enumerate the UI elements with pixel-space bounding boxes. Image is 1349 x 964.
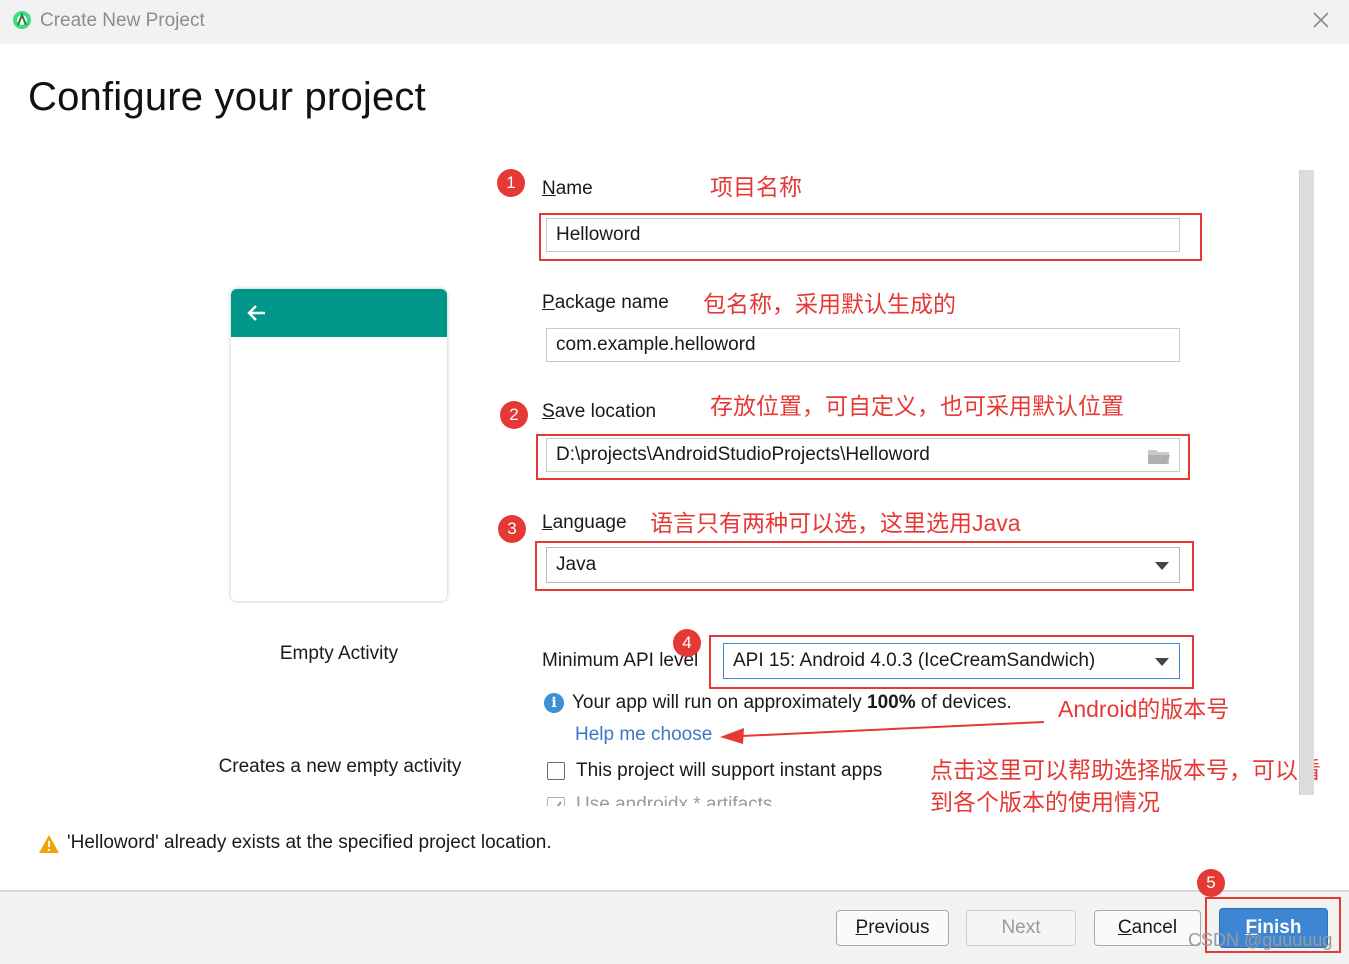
template-preview xyxy=(231,289,447,601)
language-dropdown[interactable]: Java xyxy=(546,547,1180,583)
warning-text: 'Helloword' already exists at the specif… xyxy=(67,832,552,854)
package-label-text: ackage name xyxy=(555,292,669,313)
min-api-value: API 15: Android 4.0.3 (IceCreamSandwich) xyxy=(733,650,1095,671)
save-location-input[interactable]: D:\projects\AndroidStudioProjects\Hellow… xyxy=(546,438,1180,472)
name-mnemonic: N xyxy=(542,178,556,199)
coverage-percent: 100% xyxy=(867,692,916,713)
previous-button[interactable]: Previous xyxy=(836,910,949,946)
watermark: CSDN @guuuuug xyxy=(1188,930,1332,951)
annotation-badge-2: 2 xyxy=(500,401,528,429)
annotation-badge-5: 5 xyxy=(1197,869,1225,897)
cancel-mnemonic: C xyxy=(1118,917,1132,938)
instant-apps-checkbox[interactable] xyxy=(547,762,565,780)
note-location: 存放位置，可自定义，也可采用默认位置 xyxy=(710,387,1124,421)
language-label-text: anguage xyxy=(553,512,627,533)
chevron-down-icon xyxy=(1155,658,1169,666)
min-api-label: Minimum API level xyxy=(542,650,698,672)
folder-icon[interactable] xyxy=(1147,446,1171,466)
form-scrollbar[interactable] xyxy=(1299,170,1314,795)
note-package: 包名称，采用默认生成的 xyxy=(703,285,956,319)
previous-label: revious xyxy=(868,917,929,938)
template-description: Creates a new empty activity xyxy=(200,756,480,778)
note-name: 项目名称 xyxy=(710,168,802,202)
help-me-choose-link[interactable]: Help me choose xyxy=(575,724,712,746)
template-name: Empty Activity xyxy=(231,643,447,665)
chevron-down-icon xyxy=(1155,562,1169,570)
language-label: Language xyxy=(542,512,627,534)
close-icon[interactable] xyxy=(1309,8,1333,32)
android-studio-icon xyxy=(12,10,32,30)
save-location-value: D:\projects\AndroidStudioProjects\Hellow… xyxy=(556,444,930,465)
annotation-badge-1: 1 xyxy=(497,169,525,197)
device-coverage-text: Your app will run on approximately 100% … xyxy=(572,692,1012,714)
androidx-label: Use androidx.* artifacts xyxy=(576,794,772,806)
package-label: Package name xyxy=(542,292,669,314)
page-title: Configure your project xyxy=(28,75,426,120)
coverage-suffix: of devices. xyxy=(916,692,1012,713)
language-mnemonic: L xyxy=(542,512,553,533)
annotation-badge-4: 4 xyxy=(673,629,701,657)
annotation-arrow xyxy=(718,718,1048,746)
checkmark-icon xyxy=(549,799,563,806)
previous-mnemonic: P xyxy=(856,917,869,938)
arrow-back-icon xyxy=(245,301,269,325)
save-location-label: Save location xyxy=(542,401,656,423)
instant-apps-label: This project will support instant apps xyxy=(576,760,882,782)
name-label-text: ame xyxy=(556,178,593,199)
warning-icon xyxy=(38,834,60,854)
window-title: Create New Project xyxy=(40,10,205,32)
save-location-mnemonic: S xyxy=(542,401,555,422)
note-language: 语言只有两种可以选，这里选用Java xyxy=(650,504,1021,538)
language-value: Java xyxy=(556,554,596,575)
androidx-row-clipped: Use androidx.* artifacts xyxy=(540,792,800,806)
next-button[interactable]: Next xyxy=(966,910,1076,946)
name-input[interactable]: Helloword xyxy=(546,218,1180,252)
note-help-line1: 点击这里可以帮助选择版本号，可以看 xyxy=(930,751,1321,785)
package-name-input[interactable]: com.example.helloword xyxy=(546,328,1180,362)
info-icon: i xyxy=(544,693,564,713)
coverage-prefix: Your app will run on approximately xyxy=(572,692,867,713)
title-bar: Create New Project xyxy=(0,0,1349,44)
save-location-label-text: ave location xyxy=(555,401,656,422)
androidx-checkbox[interactable] xyxy=(547,797,565,806)
note-api: Android的版本号 xyxy=(1058,690,1229,724)
package-mnemonic: P xyxy=(542,292,555,313)
name-label: Name xyxy=(542,178,593,200)
note-help-line2: 到各个版本的使用情况 xyxy=(930,783,1160,817)
cancel-button[interactable]: Cancel xyxy=(1094,910,1201,946)
cancel-label: ancel xyxy=(1132,917,1177,938)
annotation-badge-3: 3 xyxy=(498,515,526,543)
preview-toolbar xyxy=(231,289,447,337)
min-api-dropdown[interactable]: API 15: Android 4.0.3 (IceCreamSandwich) xyxy=(723,643,1180,679)
